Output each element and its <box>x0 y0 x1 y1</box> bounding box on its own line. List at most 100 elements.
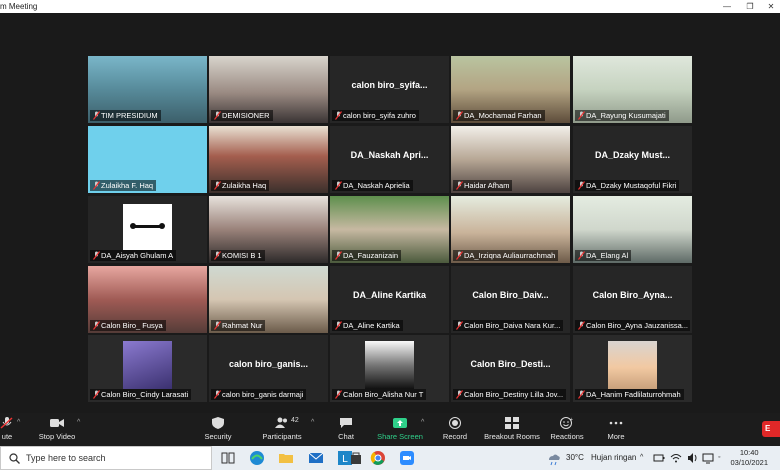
close-button[interactable]: ✕ <box>762 0 780 13</box>
participant-display-name: DA_Dzaky Must... <box>594 150 671 160</box>
participant-name-label: DA_Rayung Kusumajati <box>575 110 669 121</box>
share-screen-button[interactable]: Share Screen <box>377 415 423 445</box>
security-button[interactable]: Security <box>202 415 234 445</box>
muted-mic-icon <box>335 251 342 260</box>
edge-browser-icon[interactable] <box>249 450 265 466</box>
participant-tile[interactable]: DA_Rayung Kusumajati <box>573 56 692 123</box>
participant-tile[interactable]: DA_Irziqna Auliaurrachmah <box>451 196 570 263</box>
muted-mic-icon <box>335 181 342 190</box>
reactions-button[interactable]: + Reactions <box>550 415 584 445</box>
svg-text:+: + <box>570 417 573 423</box>
participant-tile[interactable]: calon biro_syifa... calon biro_syifa zuhr… <box>330 56 449 123</box>
shield-icon <box>212 417 224 429</box>
participant-tile[interactable]: DA_Elang Al <box>573 196 692 263</box>
participant-display-name: Calon Biro_Daiv... <box>472 290 549 300</box>
participant-tile[interactable]: KOMISI B 1 <box>209 196 328 263</box>
muted-mic-icon <box>214 181 221 190</box>
participant-name-text: Calon Biro_Ayna Jauzanissa... <box>586 321 689 330</box>
participant-name-label: DA_Aline Kartika <box>332 320 403 331</box>
participant-name-label: Calon Biro_Cindy Larasati <box>90 389 192 400</box>
store-icon[interactable] <box>348 450 364 466</box>
participant-display-name: Calon Biro_Ayna... <box>592 290 673 300</box>
participant-tile[interactable]: Calon Biro_Desti... Calon Biro_Destiny Li… <box>451 335 570 402</box>
share-options-caret[interactable]: ^ <box>421 419 424 426</box>
participant-display-name: DA_Aline Kartika <box>352 290 427 300</box>
participant-tile[interactable]: Calon Biro_Alisha Nur T <box>330 335 449 402</box>
muted-mic-icon <box>578 111 585 120</box>
weather-temp: 30°C <box>566 453 584 462</box>
participant-tile[interactable]: Zulaikha F. Haq <box>88 126 207 193</box>
search-icon <box>9 453 20 464</box>
participant-tile[interactable]: DA_Aline Kartika DA_Aline Kartika <box>330 266 449 333</box>
video-options-caret[interactable]: ^ <box>77 419 80 426</box>
profile-picture <box>365 341 414 389</box>
participant-tile[interactable]: Zulaikha Haq <box>209 126 328 193</box>
audio-options-caret[interactable]: ^ <box>17 419 20 426</box>
muted-mic-icon <box>456 321 463 330</box>
end-meeting-button[interactable]: E <box>762 421 780 437</box>
taskbar-clock[interactable]: 10:40 03/10/2021 <box>730 448 768 468</box>
participant-name-label: DEMISIONER <box>211 110 273 121</box>
mail-icon[interactable] <box>308 450 324 466</box>
taskbar-search[interactable]: Type here to search <box>0 446 212 470</box>
breakout-rooms-button[interactable]: Breakout Rooms <box>483 415 541 445</box>
stop-video-button[interactable]: Stop Video <box>36 415 78 445</box>
network-icon[interactable] <box>702 452 714 464</box>
participant-name-label: Calon Biro_Daiva Nara Kur... <box>453 320 564 331</box>
participant-name-text: DA_Fauzanizain <box>343 251 399 260</box>
participant-name-label: calon biro_syifa zuhro <box>332 110 419 121</box>
participant-name-label: DA_Dzaky Mustaqoful Fikri <box>575 180 680 191</box>
clock-date: 03/10/2021 <box>730 458 768 467</box>
camera-icon <box>50 419 64 427</box>
more-button[interactable]: More <box>604 415 628 445</box>
participants-caret[interactable]: ^ <box>311 419 314 426</box>
participant-tile[interactable]: Calon Biro_Cindy Larasati <box>88 335 207 402</box>
participant-name-text: KOMISI B 1 <box>222 251 262 260</box>
muted-mic-icon <box>578 390 585 399</box>
participant-name-label: Calon Biro_Destiny Lilla Jov... <box>453 389 567 400</box>
wifi-icon[interactable] <box>670 452 682 464</box>
weather-desc: Hujan ringan <box>591 453 637 462</box>
muted-mic-icon <box>214 390 221 399</box>
participant-name-label: Calon Biro_Ayna Jauzanissa... <box>575 320 690 331</box>
participant-tile[interactable]: DA_Mochamad Farhan <box>451 56 570 123</box>
windows-taskbar: Type here to search L 30°C Hujan ringan … <box>0 446 780 470</box>
participant-tile[interactable]: DA_Dzaky Must... DA_Dzaky Mustaqoful Fikr… <box>573 126 692 193</box>
minimize-button[interactable]: — <box>718 0 736 13</box>
battery-icon[interactable] <box>653 452 665 464</box>
participant-tile[interactable]: TIM PRESIDIUM <box>88 56 207 123</box>
participant-tile[interactable]: DEMISIONER <box>209 56 328 123</box>
participant-tile[interactable]: Calon Biro_ Fusya <box>88 266 207 333</box>
muted-mic-icon <box>456 251 463 260</box>
participant-name-text: calon biro_ganis darmaji <box>222 390 304 399</box>
tray-overflow-icon[interactable]: ^ <box>640 446 643 470</box>
participant-tile[interactable]: DA_Fauzanizain <box>330 196 449 263</box>
participant-tile[interactable]: DA_Hanim Fadlilaturrohmah <box>573 335 692 402</box>
participant-tile[interactable]: DA_Naskah Apri... DA_Naskah Aprielia <box>330 126 449 193</box>
participant-tile[interactable]: Rahmat Nur <box>209 266 328 333</box>
muted-mic-icon <box>335 321 342 330</box>
participant-tile[interactable]: Calon Biro_Daiv... Calon Biro_Daiva Nara … <box>451 266 570 333</box>
participant-tile[interactable]: DA_Aisyah Ghulam A <box>88 196 207 263</box>
task-view-icon[interactable] <box>220 450 236 466</box>
muted-mic-icon <box>456 111 463 120</box>
record-button[interactable]: Record <box>441 415 469 445</box>
maximize-button[interactable]: ❐ <box>741 0 759 13</box>
participant-name-text: Rahmat Nur <box>222 321 263 330</box>
file-explorer-icon[interactable] <box>278 450 294 466</box>
participant-name-text: Calon Biro_ Fusya <box>101 321 163 330</box>
participant-tile[interactable]: Haidar Afham <box>451 126 570 193</box>
volume-icon[interactable] <box>687 452 699 464</box>
zoom-app-icon[interactable] <box>399 450 415 466</box>
share-screen-icon <box>393 418 407 428</box>
participant-tile[interactable]: calon biro_ganis... calon biro_ganis darm… <box>209 335 328 402</box>
chrome-icon[interactable] <box>370 450 386 466</box>
muted-mic-icon <box>214 321 221 330</box>
participant-name-text: DA_Naskah Aprielia <box>343 181 410 190</box>
language-indicator[interactable]: ◦ <box>718 446 720 470</box>
muted-mic-icon <box>93 321 100 330</box>
chat-button[interactable]: Chat <box>335 415 357 445</box>
participant-tile[interactable]: Calon Biro_Ayna... Calon Biro_Ayna Jauzan… <box>573 266 692 333</box>
mute-button[interactable]: ute <box>0 415 18 445</box>
smiley-plus-icon: + <box>560 417 573 429</box>
